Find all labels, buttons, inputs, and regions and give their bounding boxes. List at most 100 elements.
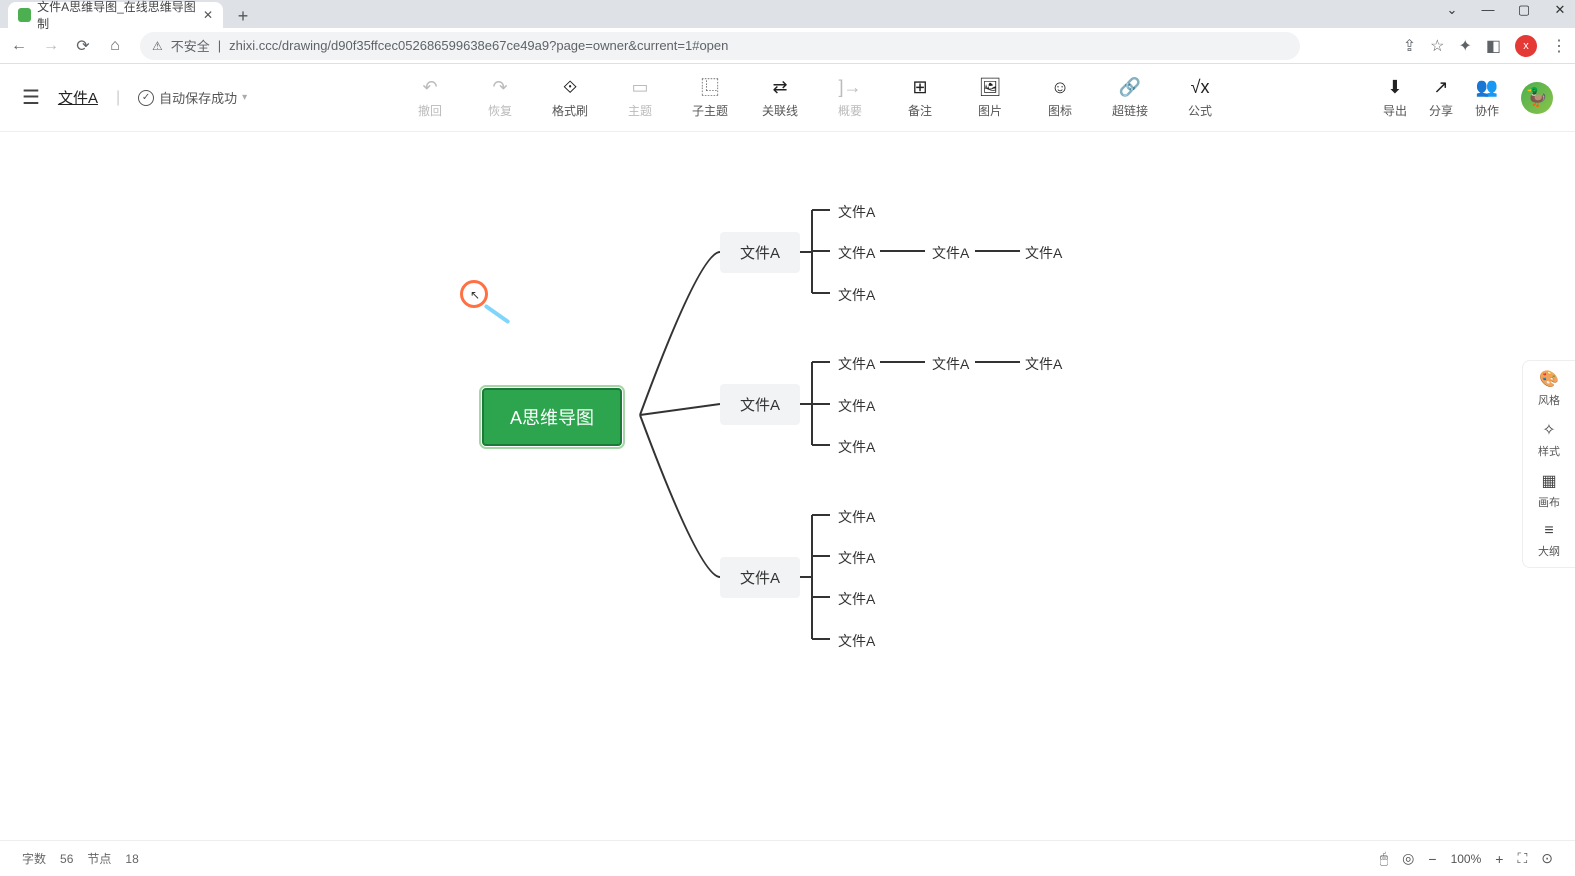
app-header: ☰ 文件A | ✓ 自动保存成功 ▾ ↶撤回 ↷恢复 ⟐格式刷 ▭主题 ⿺子主题… [0,64,1575,132]
note-icon: ⊞ [913,76,928,98]
outline-button[interactable]: ≡大纲 [1529,522,1569,559]
download-icon: ⬇ [1387,77,1402,98]
zoom-out-button[interactable]: − [1428,851,1436,867]
leaf-node[interactable]: 文件A [838,283,875,307]
window-maximize-icon[interactable]: ▢ [1515,2,1533,18]
share-button[interactable]: ↗分享 [1429,77,1453,119]
node-count-label: 节点 [87,850,111,867]
save-status-label: 自动保存成功 [159,88,237,107]
browser-chrome: ⌄ — ▢ ✕ 文件A思维导图_在线思维导图制 ✕ + ← → ⟳ ⌂ ⚠ 不安… [0,0,1575,64]
right-sidebar: 🎨风格 ✧样式 ▦画布 ≡大纲 [1522,360,1575,568]
list-icon: ≡ [1544,522,1553,540]
formula-icon: √x [1191,76,1210,98]
status-bar: 字数 56 节点 18 🖱 ◎ − 100% + ⛶ ⊙ [0,840,1575,876]
relation-icon: ⇄ [773,76,788,98]
summary-icon: ]→ [839,76,862,98]
leaf-node[interactable]: 文件A [838,587,875,611]
export-button[interactable]: ⬇导出 [1383,77,1407,119]
insecure-icon: ⚠ [152,39,163,53]
mindmap-canvas[interactable]: ↖ A思维导图 文件A 文件A 文件A 文件A 文件A 文件A 文件A 文件A … [0,132,1575,812]
target-icon[interactable]: ◎ [1402,850,1414,867]
summary-button[interactable]: ]→概要 [829,76,871,119]
url-text: zhixi.ccc/drawing/d90f35ffcec05268659963… [229,38,728,53]
collab-button[interactable]: 👥协作 [1475,77,1499,119]
back-button[interactable]: ← [8,35,30,57]
users-icon: 👥 [1476,77,1498,98]
leaf-node[interactable]: 文件A [838,505,875,529]
insecure-label: 不安全 [171,36,210,55]
favicon-icon [18,8,31,22]
share-page-icon[interactable]: ⇪ [1403,36,1416,56]
leaf-node[interactable]: 文件A [838,200,875,224]
forward-button[interactable]: → [40,35,62,57]
sidepanel-icon[interactable]: ◧ [1486,36,1501,56]
divider: | [116,89,120,107]
note-button[interactable]: ⊞备注 [899,76,941,119]
style-button[interactable]: ✧样式 [1529,420,1569,459]
save-status[interactable]: ✓ 自动保存成功 ▾ [138,88,247,107]
leaf-node[interactable]: 文件A [838,435,875,459]
browser-tab[interactable]: 文件A思维导图_在线思维导图制 ✕ [8,2,223,28]
leaf-node[interactable]: 文件A [1025,352,1062,376]
canvas-button[interactable]: ▦画布 [1529,471,1569,510]
emoji-icon: ☺ [1051,76,1069,98]
menu-icon[interactable]: ⋮ [1551,36,1567,56]
check-icon: ✓ [138,90,154,106]
user-avatar[interactable]: 🦆 [1521,82,1553,114]
relation-button[interactable]: ⇄关联线 [759,76,801,119]
leaf-node[interactable]: 文件A [1025,241,1062,265]
share-icon: ↗ [1433,77,1448,98]
reload-button[interactable]: ⟳ [72,35,94,57]
branch-node[interactable]: 文件A [720,232,800,273]
word-count-label: 字数 [22,850,46,867]
leaf-node[interactable]: 文件A [838,352,875,376]
branch-node[interactable]: 文件A [720,384,800,425]
window-minimize-icon[interactable]: — [1479,2,1497,18]
more-icon[interactable]: ⊙ [1541,850,1553,867]
header-right-actions: ⬇导出 ↗分享 👥协作 🦆 [1383,77,1553,119]
leaf-node[interactable]: 文件A [838,546,875,570]
topic-icon: ▭ [632,76,649,98]
format-painter-button[interactable]: ⟐格式刷 [549,76,591,119]
address-bar[interactable]: ⚠ 不安全 | zhixi.ccc/drawing/d90f35ffcec052… [140,32,1300,60]
redo-icon: ↷ [493,76,508,98]
leaf-node[interactable]: 文件A [932,352,969,376]
link-button[interactable]: 🔗超链接 [1109,76,1151,119]
zoom-in-button[interactable]: + [1495,851,1503,867]
redo-button[interactable]: ↷恢复 [479,76,521,119]
home-button[interactable]: ⌂ [104,35,126,57]
mouse-icon[interactable]: 🖱 [1380,850,1388,867]
leaf-node[interactable]: 文件A [838,629,875,653]
zoom-level: 100% [1451,852,1482,866]
document-title[interactable]: 文件A [58,87,98,108]
icon-button[interactable]: ☺图标 [1039,76,1081,119]
brush-icon: ⟐ [563,76,577,98]
tab-close-icon[interactable]: ✕ [203,8,213,22]
new-tab-button[interactable]: + [231,4,255,28]
zoom-controls: 🖱 ◎ − 100% + ⛶ ⊙ [1380,850,1553,867]
palette-icon: 🎨 [1539,369,1559,389]
branch-node[interactable]: 文件A [720,557,800,598]
image-button[interactable]: 🖼图片 [969,76,1011,119]
window-close-icon[interactable]: ✕ [1551,2,1569,18]
subtopic-button[interactable]: ⿺子主题 [689,76,731,119]
topic-button[interactable]: ▭主题 [619,76,661,119]
leaf-node[interactable]: 文件A [838,241,875,265]
leaf-node[interactable]: 文件A [838,394,875,418]
layout-icon: ▦ [1541,471,1556,491]
root-node[interactable]: A思维导图 [482,388,622,446]
style-theme-button[interactable]: 🎨风格 [1529,369,1569,408]
word-count-value: 56 [60,852,73,866]
star-icon[interactable]: ☆ [1430,36,1444,56]
extensions-icon[interactable]: ✦ [1458,36,1471,56]
fit-screen-icon[interactable]: ⛶ [1517,850,1527,867]
formula-button[interactable]: √x公式 [1179,76,1221,119]
leaf-node[interactable]: 文件A [932,241,969,265]
menu-hamburger-icon[interactable]: ☰ [22,85,40,110]
url-divider: | [218,38,221,53]
profile-avatar[interactable]: x [1515,35,1537,57]
window-dropdown-icon[interactable]: ⌄ [1443,2,1461,18]
main-toolbar: ↶撤回 ↷恢复 ⟐格式刷 ▭主题 ⿺子主题 ⇄关联线 ]→概要 ⊞备注 🖼图片 … [409,76,1221,119]
link-icon: 🔗 [1119,76,1141,98]
undo-button[interactable]: ↶撤回 [409,76,451,119]
